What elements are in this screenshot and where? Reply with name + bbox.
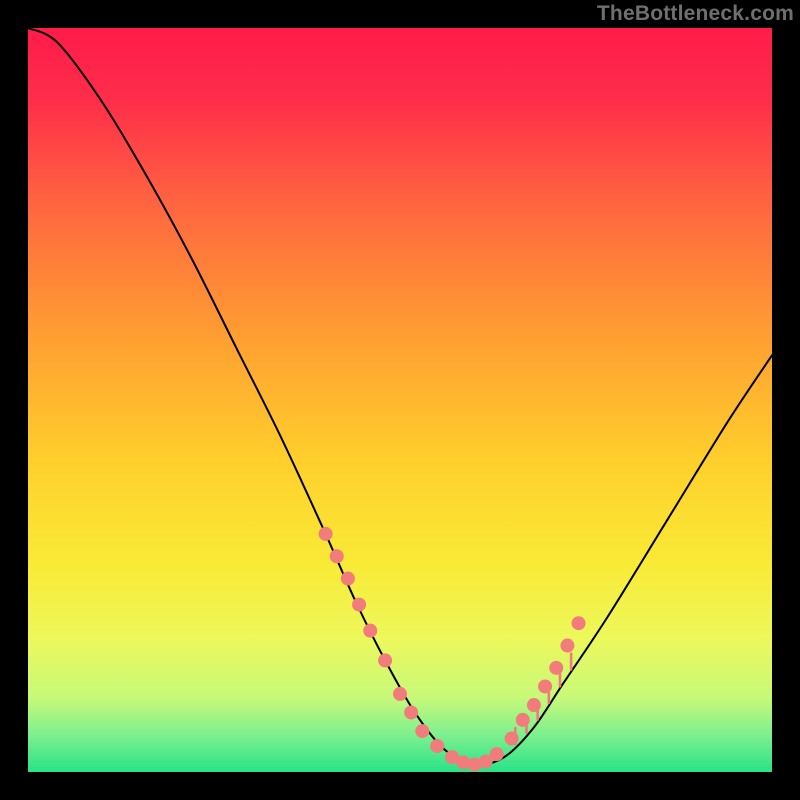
highlight-dot [572, 616, 586, 630]
highlight-markers [319, 527, 586, 772]
highlight-dot [341, 572, 355, 586]
watermark-text: TheBottleneck.com [597, 2, 794, 26]
bottleneck-curve [28, 28, 772, 765]
highlight-dot [378, 653, 392, 667]
highlight-dot [560, 639, 574, 653]
highlight-dot [319, 527, 333, 541]
highlight-dot [430, 739, 444, 753]
highlight-dot [415, 724, 429, 738]
highlight-dot [363, 624, 377, 638]
highlight-dot [404, 705, 418, 719]
plot-area [28, 28, 772, 772]
highlight-dot [490, 747, 504, 761]
highlight-dot [330, 549, 344, 563]
highlight-dot [352, 598, 366, 612]
highlight-dot [393, 687, 407, 701]
chart-svg [28, 28, 772, 772]
outer-frame: TheBottleneck.com [0, 0, 800, 800]
